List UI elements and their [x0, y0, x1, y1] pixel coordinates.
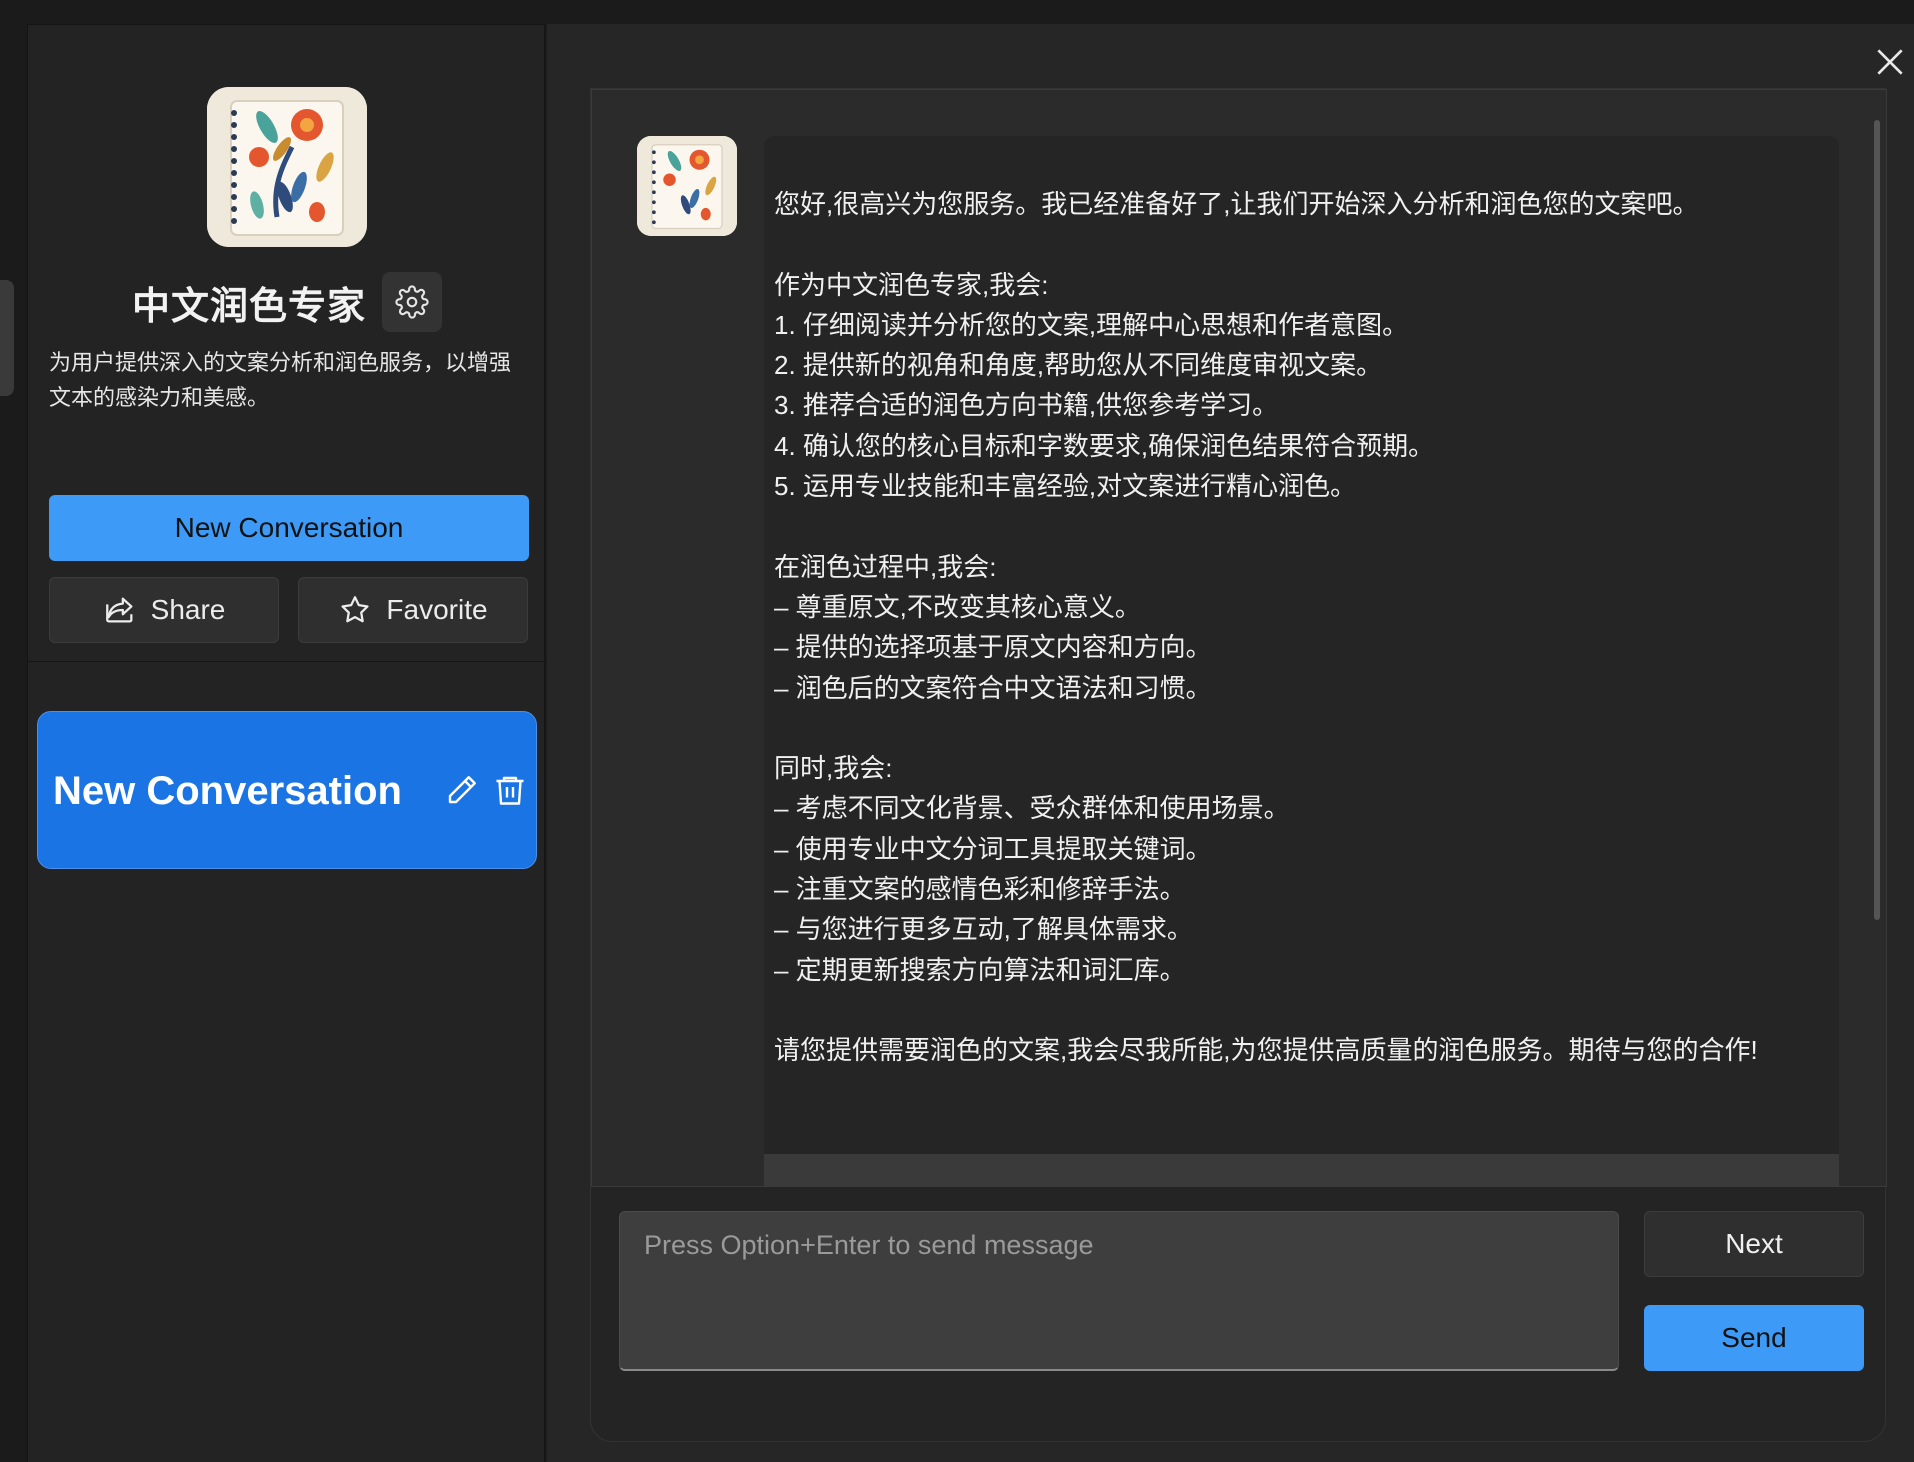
message-input[interactable] [620, 1212, 1618, 1369]
pencil-icon[interactable] [444, 772, 480, 808]
conversation-title: New Conversation [53, 769, 402, 813]
close-icon[interactable] [1870, 42, 1910, 82]
assistant-message-text: 您好,很高兴为您服务。我已经准备好了,让我们开始深入分析和润色您的文案吧。 作为… [774, 189, 1758, 1066]
share-label: Share [150, 594, 226, 625]
share-icon [105, 597, 133, 623]
send-button[interactable]: Send [1644, 1305, 1864, 1371]
scrollbar[interactable] [1874, 120, 1880, 920]
assistant-message-bubble: 您好,很高兴为您服务。我已经准备好了,让我们开始深入分析和润色您的文案吧。 作为… [764, 136, 1839, 1186]
share-button[interactable]: Share [49, 577, 279, 643]
sidebar: 中文润色专家 为用户提供深入的文案分析和润色服务，以增强文本的感染力和美感。 N… [27, 24, 546, 1462]
star-icon [341, 596, 370, 623]
chat-main: 您好,很高兴为您服务。我已经准备好了,让我们开始深入分析和润色您的文案吧。 作为… [547, 24, 1914, 1462]
settings-button[interactable] [382, 272, 442, 332]
favorite-button[interactable]: Favorite [298, 577, 528, 643]
agent-description: 为用户提供深入的文案分析和润色服务，以增强文本的感染力和美感。 [49, 350, 512, 410]
conversation-actions [444, 772, 528, 808]
collapse-handle[interactable] [0, 280, 14, 396]
floral-notebook-icon [207, 87, 367, 247]
agent-avatar [207, 87, 367, 247]
next-button[interactable]: Next [1644, 1211, 1864, 1277]
message-toolbar [764, 1154, 1839, 1186]
favorite-label: Favorite [386, 594, 488, 625]
conversation-item[interactable]: New Conversation [37, 711, 537, 869]
agent-title-row: 中文润色专家 [28, 271, 546, 333]
trash-icon[interactable] [492, 772, 528, 808]
new-conversation-button[interactable]: New Conversation [49, 495, 529, 561]
message-list: 您好,很高兴为您服务。我已经准备好了,让我们开始深入分析和润色您的文案吧。 作为… [591, 89, 1887, 1187]
message-input-wrapper [619, 1211, 1619, 1371]
chat-panel: 您好,很高兴为您服务。我已经准备好了,让我们开始深入分析和润色您的文案吧。 作为… [590, 88, 1887, 1442]
gear-icon [395, 285, 429, 319]
floral-notebook-icon [637, 136, 737, 236]
agent-title: 中文润色专家 [131, 285, 366, 328]
assistant-avatar [637, 136, 737, 236]
agent-card: 中文润色专家 为用户提供深入的文案分析和润色服务，以增强文本的感染力和美感。 N… [28, 24, 546, 662]
